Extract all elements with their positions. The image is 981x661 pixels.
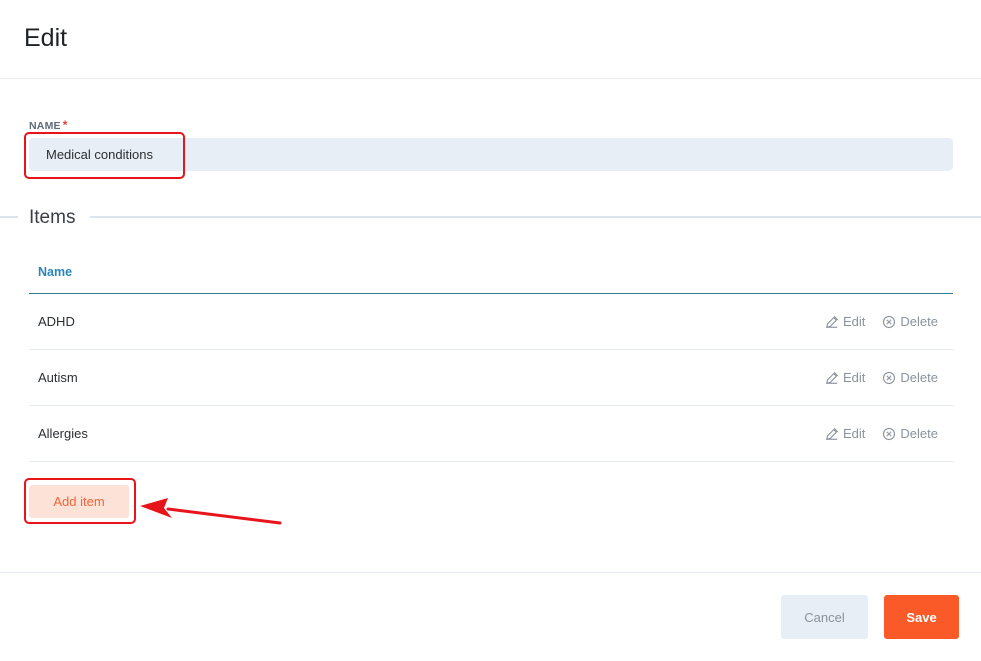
add-item-button[interactable]: Add item — [29, 485, 129, 518]
delete-button[interactable]: Delete — [882, 314, 938, 329]
row-actions: Edit Delete — [825, 370, 938, 385]
delete-button[interactable]: Delete — [882, 426, 938, 441]
edit-button[interactable]: Edit — [825, 370, 865, 385]
name-field-label: NAME * — [29, 118, 68, 132]
section-divider — [90, 216, 981, 218]
dialog-header: Edit — [0, 0, 981, 79]
section-divider — [0, 216, 18, 218]
row-actions: Edit Delete — [825, 314, 938, 329]
table-row: Allergies Edit Delete — [29, 406, 953, 462]
table-row: ADHD Edit Delete — [29, 294, 953, 350]
circle-x-icon — [883, 371, 896, 384]
table-row: Autism Edit Delete — [29, 350, 953, 406]
annotation-arrow-icon — [140, 498, 282, 525]
save-button[interactable]: Save — [884, 595, 959, 639]
item-name: Allergies — [38, 426, 88, 441]
circle-x-icon — [883, 315, 896, 328]
pencil-icon — [825, 427, 839, 440]
column-header-name[interactable]: Name — [29, 250, 953, 294]
items-section-title: Items — [29, 207, 76, 228]
item-name: ADHD — [38, 314, 75, 329]
circle-x-icon — [883, 427, 896, 440]
pencil-icon — [825, 371, 839, 384]
edit-button[interactable]: Edit — [825, 426, 865, 441]
cancel-button[interactable]: Cancel — [781, 595, 868, 639]
delete-button[interactable]: Delete — [882, 370, 938, 385]
edit-button[interactable]: Edit — [825, 314, 865, 329]
page-title: Edit — [24, 24, 68, 52]
item-name: Autism — [38, 370, 78, 385]
pencil-icon — [825, 315, 839, 328]
items-table: Name ADHD Edit Delete Autism Edit Delete — [29, 250, 953, 462]
row-actions: Edit Delete — [825, 426, 938, 441]
name-input[interactable] — [29, 138, 953, 171]
required-mark: * — [62, 118, 68, 132]
